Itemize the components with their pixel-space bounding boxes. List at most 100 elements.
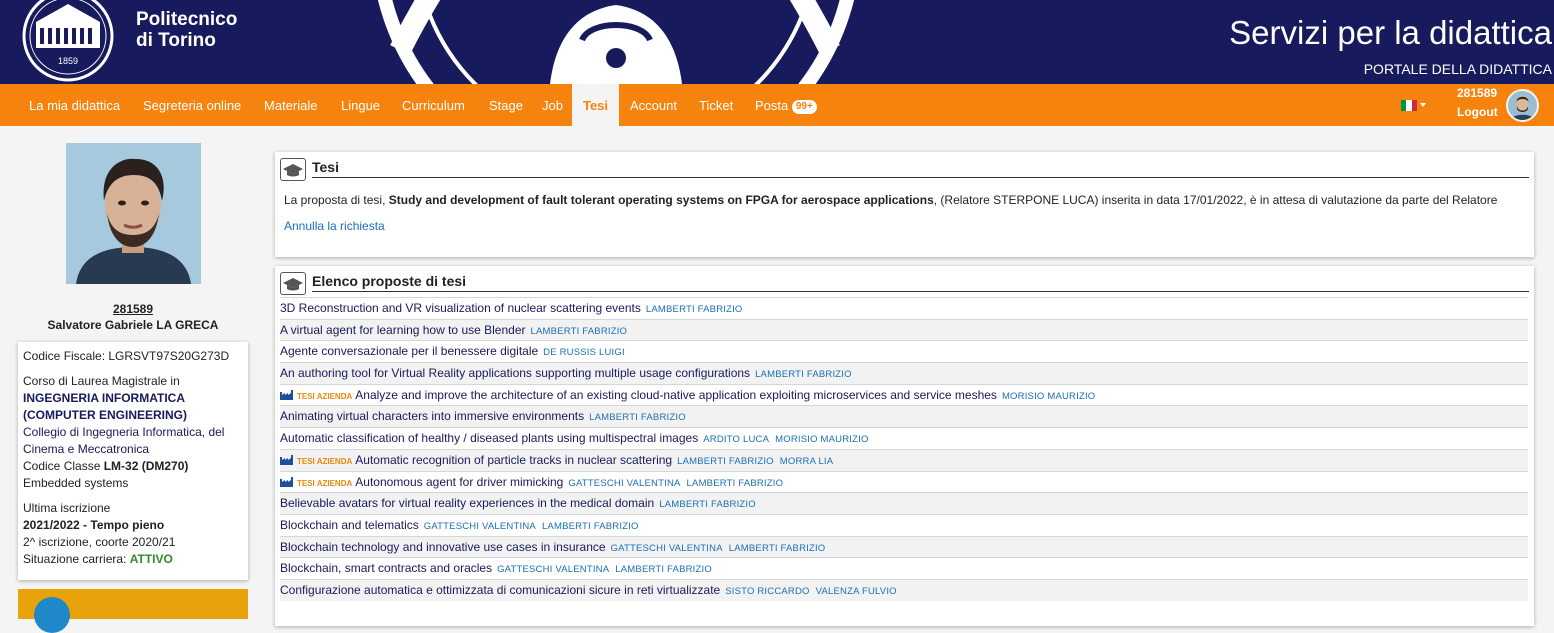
supervisor-link[interactable]: LAMBERTI FABRIZIO bbox=[542, 521, 639, 532]
class-code-line: Codice Classe LM-32 (DM270) bbox=[23, 458, 243, 475]
nav-stage[interactable]: Stage bbox=[489, 84, 523, 126]
supervisor-link[interactable]: VALENZA FULVIO bbox=[816, 586, 897, 597]
tesi-panel-title: Tesi bbox=[312, 159, 1529, 178]
student-id[interactable]: 281589 bbox=[18, 302, 248, 316]
avatar[interactable] bbox=[1506, 89, 1539, 122]
list-item: A virtual agent for learning how to use … bbox=[280, 318, 1528, 341]
nav-la-mia-didattica[interactable]: La mia didattica bbox=[29, 84, 120, 126]
chevron-down-icon[interactable] bbox=[1420, 103, 1426, 107]
nav-account[interactable]: Account bbox=[630, 84, 677, 126]
promo-icon bbox=[34, 597, 70, 633]
last-enrollment-value: 2021/2022 - Tempo pieno bbox=[23, 518, 165, 532]
site-header: 1859 Politecnico di Torino Servizi per l… bbox=[0, 0, 1554, 84]
enrollment-detail: 2^ iscrizione, coorte 2020/21 bbox=[23, 535, 176, 549]
proposal-title-link[interactable]: Blockchain, smart contracts and oracles bbox=[280, 561, 492, 575]
supervisor-link[interactable]: SISTO RICCARDO bbox=[725, 586, 809, 597]
list-item: Blockchain, smart contracts and oracles G… bbox=[280, 557, 1528, 579]
crest-year: 1859 bbox=[58, 56, 78, 66]
supervisor-link[interactable]: MORRA LIA bbox=[780, 456, 834, 467]
nav-tesi[interactable]: Tesi bbox=[572, 84, 619, 126]
proposal-title-link[interactable]: Autonomous agent for driver mimicking bbox=[355, 475, 563, 489]
college-name: Collegio di Ingegneria Informatica, del … bbox=[23, 425, 225, 456]
course-block: Corso di Laurea Magistrale in INGEGNERIA… bbox=[23, 373, 243, 492]
proposal-title-link[interactable]: Animating virtual characters into immers… bbox=[280, 409, 584, 423]
list-item: Blockchain and telematics GATTESCHI VALEN… bbox=[280, 513, 1528, 536]
proposal-title-link[interactable]: Configurazione automatica e ottimizzata … bbox=[280, 583, 720, 597]
track-name: Embedded systems bbox=[23, 476, 129, 490]
supervisor-link[interactable]: LAMBERTI FABRIZIO bbox=[687, 478, 784, 489]
message-suffix: , (Relatore STERPONE LUCA) inserita in d… bbox=[933, 193, 1498, 207]
proposal-title-link[interactable]: Automatic recognition of particle tracks… bbox=[355, 453, 672, 467]
nav-materiale[interactable]: Materiale bbox=[264, 84, 317, 126]
proposal-title-link[interactable]: Blockchain technology and innovative use… bbox=[280, 540, 606, 554]
nav-user-id: 281589 bbox=[1457, 86, 1498, 100]
list-item: Animating virtual characters into immers… bbox=[280, 405, 1528, 428]
supervisor-link[interactable]: DE RUSSIS LUIGI bbox=[543, 347, 625, 358]
course-name-line-1: INGEGNERIA INFORMATICA bbox=[23, 391, 185, 405]
codice-fiscale-value: LGRSVT97S20G273D bbox=[108, 349, 230, 363]
proposal-title-link[interactable]: Agente conversazionale per il benessere … bbox=[280, 344, 538, 358]
mail-count-badge: 99+ bbox=[791, 100, 817, 114]
class-code-label: Codice Classe bbox=[23, 459, 101, 473]
course-label: Corso di Laurea Magistrale in bbox=[23, 374, 180, 388]
nav-job[interactable]: Job bbox=[542, 84, 563, 126]
factory-icon bbox=[280, 389, 293, 400]
cancel-request-link[interactable]: Annulla la richiesta bbox=[284, 219, 385, 233]
nav-curriculum[interactable]: Curriculum bbox=[402, 84, 465, 126]
proposal-title-link[interactable]: Analyze and improve the architecture of … bbox=[355, 388, 997, 402]
factory-icon bbox=[280, 454, 293, 465]
nav-lingue[interactable]: Lingue bbox=[341, 84, 380, 126]
proposal-title-link[interactable]: Believable avatars for virtual reality e… bbox=[280, 496, 654, 510]
supervisor-link[interactable]: MORISIO MAURIZIO bbox=[775, 434, 868, 445]
proposal-title-link[interactable]: Automatic classification of healthy / di… bbox=[280, 431, 698, 445]
thesis-request-message: La proposta di tesi, Study and developme… bbox=[284, 193, 1497, 207]
list-item: TESI AZIENDA Autonomous agent for driver … bbox=[280, 470, 1528, 493]
supervisor-link[interactable]: LAMBERTI FABRIZIO bbox=[615, 564, 712, 575]
supervisor-link[interactable]: LAMBERTI FABRIZIO bbox=[589, 412, 686, 423]
supervisor-link[interactable]: LAMBERTI FABRIZIO bbox=[729, 543, 826, 554]
proposal-title-link[interactable]: A virtual agent for learning how to use … bbox=[280, 323, 525, 337]
nav-ticket[interactable]: Ticket bbox=[699, 84, 733, 126]
supervisor-link[interactable]: LAMBERTI FABRIZIO bbox=[530, 326, 627, 337]
nav-segreteria-online[interactable]: Segreteria online bbox=[143, 84, 241, 126]
logout-link[interactable]: Logout bbox=[1457, 105, 1498, 119]
proposal-title-link[interactable]: An authoring tool for Virtual Reality ap… bbox=[280, 366, 750, 380]
logo-line-2: di Torino bbox=[136, 30, 216, 51]
polito-crest-logo[interactable]: 1859 bbox=[14, 0, 126, 82]
supervisor-link[interactable]: LAMBERTI FABRIZIO bbox=[677, 456, 774, 467]
list-item: Automatic classification of healthy / di… bbox=[280, 427, 1528, 449]
supervisor-link[interactable]: GATTESCHI VALENTINA bbox=[424, 521, 536, 532]
course-name-line-2: (COMPUTER ENGINEERING) bbox=[23, 408, 188, 422]
supervisor-link[interactable]: GATTESCHI VALENTINA bbox=[611, 543, 723, 554]
italy-flag-icon[interactable] bbox=[1401, 100, 1417, 111]
requested-thesis-title: Study and development of fault tolerant … bbox=[388, 193, 934, 207]
career-status-badge: ATTIVO bbox=[129, 552, 173, 566]
logo-line-1: Politecnico bbox=[136, 9, 238, 30]
supervisor-link[interactable]: GATTESCHI VALENTINA bbox=[497, 564, 609, 575]
codice-fiscale-label: Codice Fiscale: bbox=[23, 349, 106, 363]
tesi-status-panel: Tesi La proposta di tesi, Study and deve… bbox=[275, 152, 1534, 257]
site-logo-text[interactable]: Politecnico di Torino bbox=[136, 9, 237, 51]
enrollment-block: Ultima iscrizione 2021/2022 - Tempo pien… bbox=[23, 500, 243, 568]
factory-icon bbox=[280, 476, 293, 487]
supervisor-link[interactable]: MORISIO MAURIZIO bbox=[1002, 391, 1095, 402]
thesis-proposals-panel: Elenco proposte di tesi 3D Reconstructio… bbox=[275, 266, 1534, 626]
last-enrollment-label: Ultima iscrizione bbox=[23, 501, 111, 515]
tesi-azienda-label: TESI AZIENDA bbox=[297, 391, 353, 401]
list-item: Blockchain technology and innovative use… bbox=[280, 535, 1528, 558]
list-item: An authoring tool for Virtual Reality ap… bbox=[280, 362, 1528, 384]
supervisor-link[interactable]: GATTESCHI VALENTINA bbox=[568, 478, 680, 489]
nav-posta[interactable]: Posta 99+ bbox=[755, 84, 817, 126]
supervisor-link[interactable]: ARDITO LUCA bbox=[703, 434, 769, 445]
tesi-azienda-label: TESI AZIENDA bbox=[297, 456, 353, 466]
thesis-proposal-list: 3D Reconstruction and VR visualization o… bbox=[280, 297, 1528, 601]
codice-fiscale-line: Codice Fiscale: LGRSVT97S20G273D bbox=[23, 348, 243, 365]
tesi-azienda-label: TESI AZIENDA bbox=[297, 478, 353, 488]
proposal-title-link[interactable]: 3D Reconstruction and VR visualization o… bbox=[280, 301, 641, 315]
proposal-title-link[interactable]: Blockchain and telematics bbox=[280, 518, 419, 532]
main-navbar: La mia didattica Segreteria online Mater… bbox=[0, 84, 1554, 126]
supervisor-link[interactable]: LAMBERTI FABRIZIO bbox=[755, 369, 852, 380]
supervisor-link[interactable]: LAMBERTI FABRIZIO bbox=[646, 304, 743, 315]
supervisor-link[interactable]: LAMBERTI FABRIZIO bbox=[659, 499, 756, 510]
proposals-panel-title: Elenco proposte di tesi bbox=[312, 273, 1529, 292]
